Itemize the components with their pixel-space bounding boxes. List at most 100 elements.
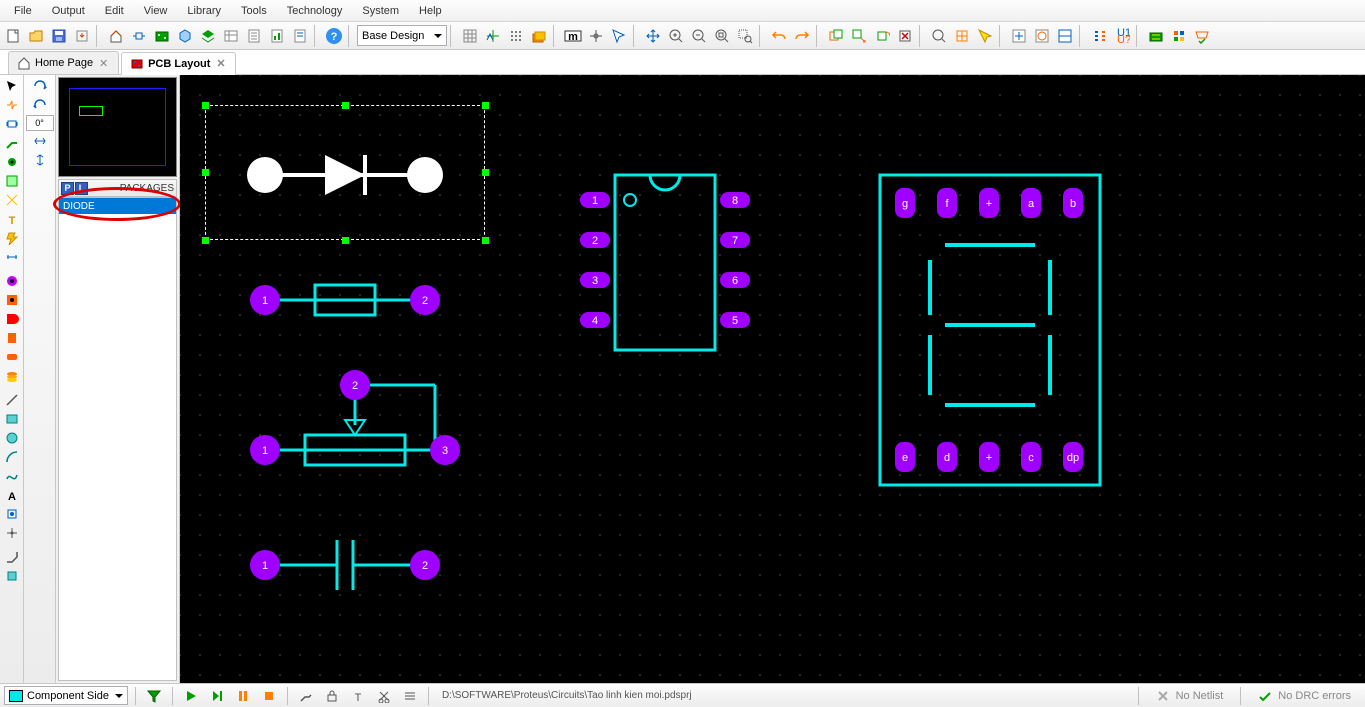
save-icon[interactable]: [48, 25, 70, 47]
help-icon[interactable]: ?: [323, 25, 345, 47]
open-icon[interactable]: [25, 25, 47, 47]
notes-icon[interactable]: [289, 25, 311, 47]
rotate-cw-icon[interactable]: [30, 77, 50, 95]
origin-set-icon[interactable]: [585, 25, 607, 47]
close-icon[interactable]: ✕: [97, 57, 110, 70]
diode-symbol[interactable]: [240, 150, 450, 200]
pick-icon[interactable]: [928, 25, 950, 47]
menu-help[interactable]: Help: [409, 2, 452, 20]
pcb-canvas[interactable]: 1 2 1 3 2 1 2: [180, 75, 1365, 683]
route-mode-icon[interactable]: [295, 685, 317, 707]
metric-icon[interactable]: m: [562, 25, 584, 47]
snap-icon[interactable]: [505, 25, 527, 47]
toggle-polar-icon[interactable]: [1031, 25, 1053, 47]
home-icon[interactable]: [105, 25, 127, 47]
assign-icon[interactable]: U1U?: [1111, 25, 1133, 47]
selection-handle[interactable]: [482, 237, 489, 244]
list-item[interactable]: DIODE: [59, 198, 176, 214]
smd-pad-icon[interactable]: [2, 348, 22, 366]
box-2d-icon[interactable]: [2, 410, 22, 428]
text-mode-icon[interactable]: T: [2, 210, 22, 228]
seven-segment-footprint[interactable]: g f + a b e d + c dp: [875, 170, 1105, 490]
zone-mode-icon[interactable]: [2, 172, 22, 190]
menu-library[interactable]: Library: [177, 2, 231, 20]
decompose-icon[interactable]: [974, 25, 996, 47]
trace-angle-icon[interactable]: [2, 548, 22, 566]
opts-icon[interactable]: [399, 685, 421, 707]
stop-icon[interactable]: [258, 685, 280, 707]
autoplace-icon[interactable]: [1168, 25, 1190, 47]
flip-h-icon[interactable]: [30, 132, 50, 150]
dshape-pad-icon[interactable]: [2, 310, 22, 328]
resistor-footprint[interactable]: 1 2: [245, 275, 445, 325]
autoroute-icon[interactable]: [1145, 25, 1167, 47]
menu-edit[interactable]: Edit: [95, 2, 134, 20]
selection-handle[interactable]: [482, 102, 489, 109]
design-select[interactable]: Base Design: [357, 25, 447, 46]
toggle-grid-icon[interactable]: [459, 25, 481, 47]
pcb-icon[interactable]: [151, 25, 173, 47]
selection-mode-icon[interactable]: [2, 77, 22, 95]
block-rotate-icon[interactable]: [871, 25, 893, 47]
line-2d-icon[interactable]: [2, 391, 22, 409]
toggle-origin-icon[interactable]: [482, 25, 504, 47]
close-icon[interactable]: ✕: [214, 57, 227, 70]
run-icon[interactable]: [180, 685, 202, 707]
cursor-pos-icon[interactable]: [608, 25, 630, 47]
pan-icon[interactable]: [642, 25, 664, 47]
pause-icon[interactable]: [232, 685, 254, 707]
zoom-out-icon[interactable]: [688, 25, 710, 47]
selection-handle[interactable]: [202, 169, 209, 176]
menu-technology[interactable]: Technology: [277, 2, 353, 20]
selection-handle[interactable]: [342, 102, 349, 109]
rotation-input[interactable]: 0°: [26, 115, 54, 131]
dimension-icon[interactable]: [2, 248, 22, 266]
toggle-false-origin-icon[interactable]: [1008, 25, 1030, 47]
gerber-icon[interactable]: [197, 25, 219, 47]
highlight-net-icon[interactable]: [2, 229, 22, 247]
lock-icon[interactable]: [321, 685, 343, 707]
new-icon[interactable]: [2, 25, 24, 47]
bom-icon[interactable]: [243, 25, 265, 47]
preview-window[interactable]: [58, 77, 177, 177]
square-pad-icon[interactable]: [2, 291, 22, 309]
menu-tools[interactable]: Tools: [231, 2, 277, 20]
library-icon[interactable]: L: [75, 182, 88, 195]
capacitor-footprint[interactable]: 1 2: [245, 530, 445, 600]
tab-home[interactable]: Home Page ✕: [8, 51, 119, 74]
filter-icon[interactable]: [143, 685, 165, 707]
design-explorer-icon[interactable]: [220, 25, 242, 47]
block-copy-icon[interactable]: [825, 25, 847, 47]
make-package-icon[interactable]: [951, 25, 973, 47]
redo-icon[interactable]: [791, 25, 813, 47]
zoom-fit-icon[interactable]: [711, 25, 733, 47]
zoom-in-icon[interactable]: [665, 25, 687, 47]
ratsnest-icon[interactable]: [2, 191, 22, 209]
edge-pad-icon[interactable]: [2, 329, 22, 347]
menu-output[interactable]: Output: [42, 2, 95, 20]
rotate-ccw-icon[interactable]: [30, 96, 50, 114]
schematic-icon[interactable]: [128, 25, 150, 47]
selection-handle[interactable]: [202, 237, 209, 244]
text-tool-icon[interactable]: T: [347, 685, 369, 707]
check-icon[interactable]: [1191, 25, 1213, 47]
cut-icon[interactable]: [373, 685, 395, 707]
component-mode-icon[interactable]: [2, 96, 22, 114]
layers-icon[interactable]: [528, 25, 550, 47]
padstack-icon[interactable]: [2, 367, 22, 385]
selection-handle[interactable]: [202, 102, 209, 109]
selection-handle[interactable]: [342, 237, 349, 244]
step-icon[interactable]: [206, 685, 228, 707]
marker-2d-icon[interactable]: [2, 524, 22, 542]
text-2d-icon[interactable]: A: [2, 486, 22, 504]
layer-select[interactable]: Component Side: [4, 686, 128, 705]
block-delete-icon[interactable]: [894, 25, 916, 47]
flip-v-icon[interactable]: [30, 151, 50, 169]
dip8-footprint[interactable]: 1 2 3 4 8 7 6 5: [575, 170, 755, 360]
selection-handle[interactable]: [482, 169, 489, 176]
menu-view[interactable]: View: [134, 2, 178, 20]
packages-list[interactable]: DIODE: [58, 197, 177, 681]
symbol-2d-icon[interactable]: [2, 505, 22, 523]
zoom-area-icon[interactable]: [734, 25, 756, 47]
track-mode-icon[interactable]: [2, 134, 22, 152]
